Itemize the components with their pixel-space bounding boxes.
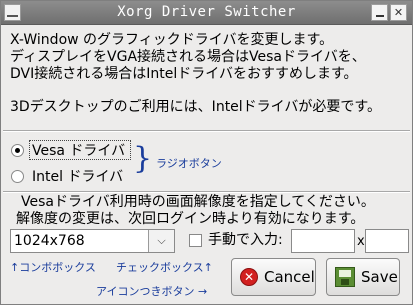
description-line-1: X-Window のグラフィックドライバを変更します。 [10,32,334,48]
resolution-combobox[interactable]: 1024x768 ⌵ [10,229,175,253]
save-icon [335,267,355,287]
cancel-button[interactable]: ✕ Cancel [231,258,316,296]
save-button-label[interactable]: Save [361,268,398,286]
height-input[interactable] [365,229,409,253]
brace-annotation: } [133,141,153,176]
radio-indicator[interactable] [11,169,24,183]
cancel-icon: ✕ [240,268,258,286]
radio-intel[interactable]: Intel ドライバ [11,166,123,186]
radio-annotation: ラジオボタン [156,157,222,170]
width-input-field[interactable] [292,230,354,252]
app-window: Xorg Driver Switcher ✕ X-Window のグラフィックド… [0,0,413,305]
resolution-info-1: Vesaドライバ利用時の画面解像度を指定してください。 [21,194,375,210]
height-input-field[interactable] [366,230,408,252]
width-input[interactable] [291,229,355,253]
resolution-value[interactable]: 1024x768 [11,230,148,252]
minimize-button[interactable] [371,4,388,21]
resolution-info-2: 解像度の変更は、次回ログイン時より有効になります。 [16,211,365,227]
separator [3,191,410,193]
manual-input-label[interactable]: 手動で入力: [208,232,283,249]
title-bar[interactable]: Xorg Driver Switcher ✕ [1,1,412,25]
checkbox-annotation: チェックボックス↑ [116,261,213,274]
description-line-3: DVI接続される場合はIntelドライバをおすすめします。 [10,66,358,82]
radio-vesa-label[interactable]: Vesa ドライバ [32,140,125,160]
radio-intel-label[interactable]: Intel ドライバ [32,166,123,186]
cancel-button-label[interactable]: Cancel [264,268,315,286]
radio-indicator[interactable] [11,143,24,157]
separator [3,130,410,132]
radio-vesa[interactable]: Vesa ドライバ [11,140,125,160]
description-line-2: ディスプレイをVGA接続される場合はVesaドライバを、 [10,49,366,65]
description-line-4: 3Dデスクトップのご利用には、Intelドライバが必要です。 [10,99,382,115]
x-separator: x [357,234,365,249]
combobox-annotation: ↑コンボボックス [10,261,96,274]
icon-button-annotation: アイコンつきボタン → [96,285,208,298]
manual-input-checkbox[interactable] [189,234,202,247]
window-title: Xorg Driver Switcher [117,4,296,20]
chevron-down-icon[interactable]: ⌵ [148,230,174,252]
close-button[interactable]: ✕ [390,4,407,21]
save-button[interactable]: Save [326,258,400,296]
